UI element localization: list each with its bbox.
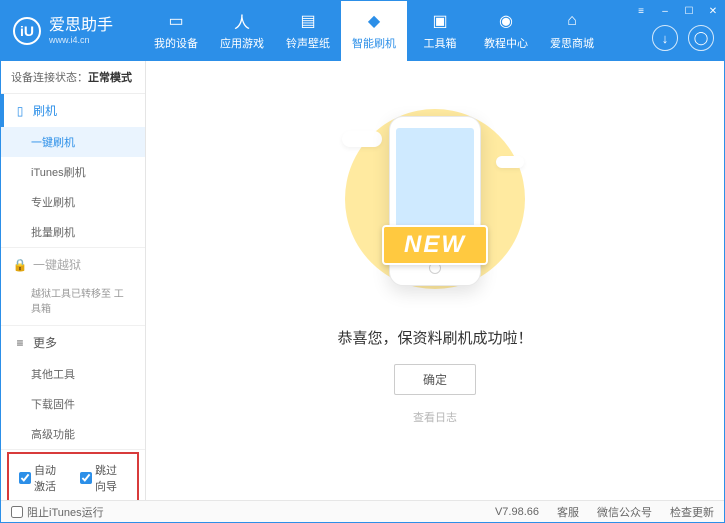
menu-icon[interactable]: ≡ <box>630 1 652 21</box>
logo-area: iU 爱思助手 www.i4.cn <box>13 16 143 46</box>
tab-apps-games[interactable]: 人应用游戏 <box>209 1 275 61</box>
option-checkboxes: 自动激活 跳过向导 <box>7 452 139 502</box>
user-icon[interactable]: ◯ <box>688 25 714 51</box>
app-title: 爱思助手 <box>49 16 113 35</box>
flash-icon: ◆ <box>364 11 384 31</box>
sidebar-item-advanced[interactable]: 高级功能 <box>1 419 145 449</box>
sidebar-heading-flash[interactable]: ▯ 刷机 <box>1 94 145 127</box>
sidebar-item-itunes-flash[interactable]: iTunes刷机 <box>1 157 145 187</box>
sidebar-heading-jailbreak[interactable]: 🔒 一键越狱 <box>1 248 145 281</box>
tab-ringtones-wallpapers[interactable]: ▤铃声壁纸 <box>275 1 341 61</box>
toolbox-icon: ▣ <box>430 11 450 31</box>
download-icon[interactable]: ↓ <box>652 25 678 51</box>
checkbox-auto-activate[interactable]: 自动激活 <box>19 462 66 494</box>
maximize-button[interactable]: ☐ <box>678 1 700 21</box>
success-message: 恭喜您，保资料刷机成功啦！ <box>337 327 532 348</box>
tab-store[interactable]: ⌂爱思商城 <box>539 1 605 61</box>
sidebar-item-batch-flash[interactable]: 批量刷机 <box>1 217 145 247</box>
wechat-link[interactable]: 微信公众号 <box>597 504 652 520</box>
status-bar: 阻止iTunes运行 V7.98.66 客服 微信公众号 检查更新 <box>1 500 724 522</box>
sidebar-item-download-firmware[interactable]: 下载固件 <box>1 389 145 419</box>
tab-toolbox[interactable]: ▣工具箱 <box>407 1 473 61</box>
lock-icon: 🔒 <box>13 258 27 272</box>
jailbreak-note: 越狱工具已转移至 工具箱 <box>1 281 145 325</box>
customer-service-link[interactable]: 客服 <box>557 504 579 520</box>
close-button[interactable]: ✕ <box>702 1 724 21</box>
main-content: NEW 恭喜您，保资料刷机成功啦！ 确定 查看日志 <box>146 61 724 502</box>
tutorial-icon: ◉ <box>496 11 516 31</box>
version-label: V7.98.66 <box>495 506 539 518</box>
check-update-link[interactable]: 检查更新 <box>670 504 714 520</box>
more-icon: ≡ <box>13 336 27 350</box>
view-log-link[interactable]: 查看日志 <box>413 409 457 425</box>
phone-icon: ▭ <box>166 11 186 31</box>
sidebar-item-oneclick-flash[interactable]: 一键刷机 <box>1 127 145 157</box>
minimize-button[interactable]: – <box>654 1 676 21</box>
ok-button[interactable]: 确定 <box>394 364 476 395</box>
apps-icon: 人 <box>232 11 252 31</box>
tab-my-device[interactable]: ▭我的设备 <box>143 1 209 61</box>
tab-smart-flash[interactable]: ◆智能刷机 <box>341 1 407 61</box>
sidebar-item-other-tools[interactable]: 其他工具 <box>1 359 145 389</box>
sidebar-heading-more[interactable]: ≡ 更多 <box>1 326 145 359</box>
wallpaper-icon: ▤ <box>298 11 318 31</box>
phone-icon: ▯ <box>13 104 27 118</box>
store-icon: ⌂ <box>562 11 582 31</box>
app-header: iU 爱思助手 www.i4.cn ▭我的设备 人应用游戏 ▤铃声壁纸 ◆智能刷… <box>1 1 724 61</box>
nav-tabs: ▭我的设备 人应用游戏 ▤铃声壁纸 ◆智能刷机 ▣工具箱 ◉教程中心 ⌂爱思商城 <box>143 1 605 61</box>
sidebar: 设备连接状态：正常模式 ▯ 刷机 一键刷机 iTunes刷机 专业刷机 批量刷机… <box>1 61 146 502</box>
window-controls: ≡ – ☐ ✕ <box>630 1 724 21</box>
success-illustration: NEW <box>350 101 520 301</box>
new-ribbon: NEW <box>382 225 488 265</box>
sidebar-item-pro-flash[interactable]: 专业刷机 <box>1 187 145 217</box>
tab-tutorials[interactable]: ◉教程中心 <box>473 1 539 61</box>
logo-icon: iU <box>13 17 41 45</box>
checkbox-block-itunes[interactable]: 阻止iTunes运行 <box>11 504 104 520</box>
app-url: www.i4.cn <box>49 35 113 46</box>
connection-status: 设备连接状态：正常模式 <box>1 61 145 94</box>
checkbox-skip-guide[interactable]: 跳过向导 <box>80 462 127 494</box>
